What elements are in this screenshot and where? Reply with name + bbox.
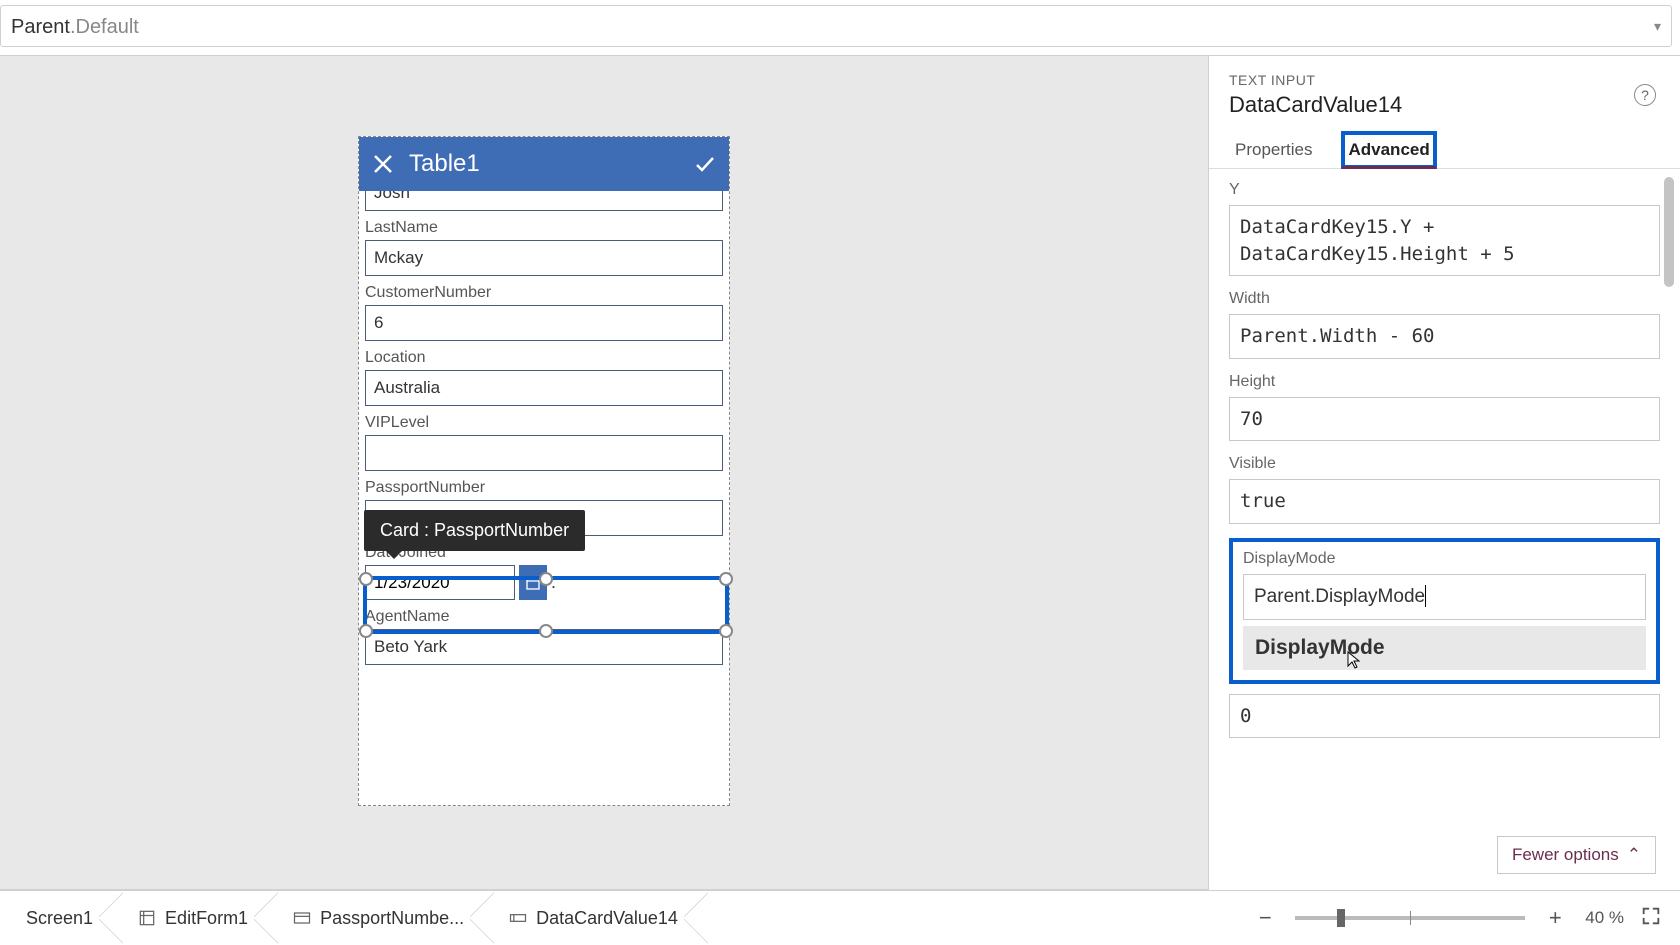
scrollbar[interactable] xyxy=(1664,177,1674,287)
help-icon[interactable]: ? xyxy=(1634,84,1656,106)
breadcrumb: Screen1 EditForm1 PassportNumbe... DataC… xyxy=(0,891,696,945)
zoom-in-button[interactable]: + xyxy=(1541,905,1569,931)
tab-advanced[interactable]: Advanced xyxy=(1342,132,1435,168)
prop-label-y: Y xyxy=(1229,181,1660,199)
tab-properties[interactable]: Properties xyxy=(1229,132,1318,168)
canvas: Table1 LastName CustomerNumber Location xyxy=(0,55,1208,890)
prop-label-visible: Visible xyxy=(1229,455,1660,473)
zoom-out-button[interactable]: − xyxy=(1251,905,1279,931)
datejoined-input[interactable] xyxy=(365,565,515,600)
location-input[interactable] xyxy=(365,370,723,406)
viplevel-label: VIPLevel xyxy=(365,414,723,432)
zoom-label: 40 % xyxy=(1585,908,1624,928)
prop-label-displaymode: DisplayMode xyxy=(1243,550,1646,568)
autocomplete-item[interactable]: DisplayMode xyxy=(1243,626,1646,670)
viplevel-input[interactable] xyxy=(365,435,723,471)
zoom-slider[interactable] xyxy=(1295,916,1525,920)
formula-text: Parent.Default xyxy=(11,14,139,39)
form-title: Table1 xyxy=(409,150,480,178)
control-name: DataCardValue14 xyxy=(1229,92,1660,118)
prop-value-visible[interactable]: true xyxy=(1229,479,1660,524)
edit-form: Table1 LastName CustomerNumber Location xyxy=(358,136,730,806)
crumb-control[interactable]: DataCardValue14 xyxy=(482,891,696,945)
passport-label: PassportNumber xyxy=(365,479,723,497)
status-bar: Screen1 EditForm1 PassportNumbe... DataC… xyxy=(0,890,1680,945)
prop-label-width: Width xyxy=(1229,290,1660,308)
time-separator: : xyxy=(551,572,556,593)
properties-pane: TEXT INPUT DataCardValue14 ? Properties … xyxy=(1208,55,1680,890)
close-icon[interactable] xyxy=(371,152,395,176)
customernumber-label: CustomerNumber xyxy=(365,284,723,302)
crumb-screen[interactable]: Screen1 xyxy=(0,891,111,945)
formula-bar[interactable]: Parent.Default ▾ xyxy=(0,5,1672,47)
zoom-controls: − + 40 % xyxy=(1251,905,1662,932)
prop-value-displaymode[interactable]: Parent.DisplayMode xyxy=(1243,574,1646,620)
prop-label-height: Height xyxy=(1229,373,1660,391)
check-icon[interactable] xyxy=(693,152,717,176)
crumb-card[interactable]: PassportNumbe... xyxy=(266,891,482,945)
customernumber-input[interactable] xyxy=(365,305,723,341)
chevron-up-icon: ⌃ xyxy=(1627,845,1641,865)
calendar-icon[interactable] xyxy=(519,565,547,600)
prop-value-y[interactable]: DataCardKey15.Y + DataCardKey15.Height +… xyxy=(1229,205,1660,276)
cursor-icon xyxy=(1347,651,1361,674)
lastname-input[interactable] xyxy=(365,240,723,276)
fullscreen-icon[interactable] xyxy=(1640,905,1662,932)
control-type: TEXT INPUT xyxy=(1229,72,1660,88)
prop-value-extra[interactable]: 0 xyxy=(1229,694,1660,739)
fewer-options-button[interactable]: Fewer options ⌃ xyxy=(1497,836,1656,874)
displaymode-highlight: DisplayMode Parent.DisplayMode DisplayMo… xyxy=(1229,538,1660,684)
crumb-form[interactable]: EditForm1 xyxy=(111,891,266,945)
lastname-label: LastName xyxy=(365,219,723,237)
prop-value-width[interactable]: Parent.Width - 60 xyxy=(1229,314,1660,359)
agentname-input[interactable] xyxy=(365,629,723,665)
form-body: LastName CustomerNumber Location VIPLeve… xyxy=(359,191,729,805)
chevron-down-icon[interactable]: ▾ xyxy=(1654,18,1661,35)
properties-scroll[interactable]: Y DataCardKey15.Y + DataCardKey15.Height… xyxy=(1209,169,1680,828)
prop-value-height[interactable]: 70 xyxy=(1229,397,1660,442)
agentname-label: AgentName xyxy=(365,608,723,626)
form-title-bar: Table1 xyxy=(359,137,729,191)
firstname-input[interactable] xyxy=(365,191,723,211)
location-label: Location xyxy=(365,349,723,367)
card-tooltip: Card : PassportNumber xyxy=(364,510,585,551)
